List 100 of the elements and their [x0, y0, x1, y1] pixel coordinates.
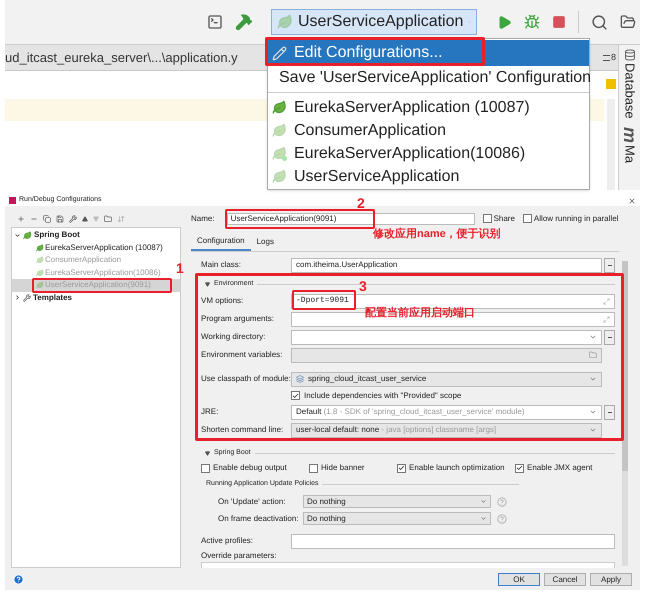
- checkbox-label: Enable JMX agent: [527, 462, 592, 474]
- field-label: Main class:: [201, 259, 242, 271]
- input-field[interactable]: [291, 330, 602, 344]
- wrench-icon[interactable]: [69, 214, 77, 222]
- spring-leaf-icon: [36, 256, 44, 264]
- expand-icon[interactable]: [603, 298, 610, 304]
- collapse-icon[interactable]: [205, 450, 210, 456]
- stop-icon[interactable]: [552, 15, 566, 29]
- field-label: Active profiles:: [201, 535, 254, 547]
- field-label: VM options:: [201, 295, 244, 307]
- menu-item[interactable]: EurekaServerApplication(10086): [268, 142, 589, 165]
- tab[interactable]: Logs: [250, 233, 280, 251]
- tool-window-tab[interactable]: m: [616, 126, 643, 143]
- run-icon[interactable]: [497, 14, 512, 30]
- caret-icon[interactable]: [480, 515, 487, 522]
- policy-select[interactable]: Do nothing: [303, 512, 491, 525]
- tab-count[interactable]: 8: [602, 50, 616, 64]
- dialog-button[interactable]: Apply: [590, 572, 632, 586]
- run-config-dropdown[interactable]: UserServiceApplication: [271, 9, 477, 35]
- hammer-icon[interactable]: [235, 13, 253, 31]
- field-label: Shorten command line:: [201, 424, 284, 436]
- checkbox[interactable]: [515, 464, 524, 472]
- field-label: Program arguments:: [201, 313, 275, 325]
- policy-select[interactable]: Do nothing: [303, 495, 491, 508]
- app-icon: [9, 197, 16, 204]
- shorten-select[interactable]: user-local default: none - java [options] classname [args]: [291, 422, 602, 438]
- tree-item[interactable]: EurekaServerApplication (10087): [12, 242, 180, 254]
- warning-marker: [606, 79, 616, 89]
- tab[interactable]: Configuration: [191, 233, 251, 251]
- search-icon[interactable]: [591, 14, 608, 30]
- project-structure-icon[interactable]: [620, 14, 636, 30]
- checkbox-label: Enable launch optimization: [409, 462, 505, 474]
- field-label: Override parameters:: [201, 550, 278, 562]
- add-icon[interactable]: [17, 214, 25, 222]
- spring-leaf-icon: [277, 14, 293, 30]
- caret-icon[interactable]: [589, 375, 597, 383]
- spring-leaf-icon: [36, 281, 44, 290]
- folder-icon[interactable]: [104, 214, 112, 222]
- caret-icon[interactable]: [589, 333, 597, 341]
- checkbox[interactable]: [201, 464, 210, 472]
- spring-leaf-icon: [36, 244, 44, 252]
- checkbox-label: Hide banner: [321, 462, 365, 474]
- spring-leaf-icon: [23, 230, 32, 240]
- name-field[interactable]: UserServiceApplication(9091): [226, 212, 475, 224]
- expander-icon[interactable]: [14, 294, 21, 302]
- wrench-icon: [23, 294, 31, 302]
- tree-item[interactable]: Templates: [33, 292, 72, 304]
- annotation-number: 1: [176, 259, 184, 278]
- tool-window-tab[interactable]: Ma: [620, 144, 640, 163]
- caret-icon[interactable]: [589, 408, 597, 416]
- menu-item[interactable]: Save 'UserServiceApplication' Configuration: [268, 66, 589, 89]
- caret-icon[interactable]: [480, 498, 487, 505]
- checkbox-label: Enable debug output: [213, 462, 287, 474]
- dialog-button[interactable]: OK: [498, 572, 540, 586]
- annotation-number: 3: [359, 277, 367, 296]
- menu-item[interactable]: Edit Configurations...: [268, 40, 589, 66]
- move-up-icon[interactable]: [82, 216, 88, 222]
- tree-item[interactable]: Spring Boot: [34, 229, 80, 242]
- checkbox-label: Allow running in parallel: [534, 212, 618, 224]
- expand-icon[interactable]: [603, 316, 610, 322]
- field-label: JRE:: [201, 406, 220, 418]
- field-label: Name:: [191, 212, 215, 224]
- field-label: On frame deactivation:: [218, 512, 300, 524]
- tool-window-tab[interactable]: Database: [620, 63, 640, 119]
- checkbox[interactable]: [482, 214, 492, 223]
- module-icon: [296, 375, 304, 383]
- close-icon[interactable]: [628, 196, 636, 204]
- checkbox[interactable]: [309, 464, 318, 472]
- menu-item[interactable]: UserServiceApplication: [268, 165, 589, 188]
- save-icon[interactable]: [56, 214, 64, 222]
- pencil-icon: [272, 46, 287, 60]
- checkbox[interactable]: [291, 391, 300, 400]
- dialog-button[interactable]: Cancel: [544, 572, 586, 586]
- input-field[interactable]: [291, 348, 602, 362]
- browse-button[interactable]: [604, 258, 615, 272]
- jre-select[interactable]: Default (1.8 - SDK of 'spring_cloud_itcast_user_service' module): [291, 404, 602, 420]
- terminal-icon[interactable]: [207, 14, 223, 30]
- checkbox[interactable]: [397, 464, 406, 472]
- input-field[interactable]: com.itheima.UserApplication: [291, 258, 602, 272]
- browse-button[interactable]: [604, 404, 615, 420]
- expander-icon[interactable]: [14, 232, 21, 239]
- caret-icon[interactable]: [589, 426, 597, 434]
- checkbox[interactable]: [522, 214, 532, 223]
- copy-icon[interactable]: [43, 214, 51, 222]
- spring-leaf-icon: [36, 268, 44, 277]
- database-icon[interactable]: [624, 49, 636, 61]
- annotation-note: 修改应用name，便于识别: [373, 226, 501, 242]
- file-path-tab[interactable]: ud_itcast_eureka_server\...\application.y: [5, 48, 238, 68]
- browse-button[interactable]: [604, 330, 615, 344]
- annotation-note: 配置当前应用启动端口: [365, 306, 475, 321]
- module-select[interactable]: spring_cloud_itcast_user_service: [291, 372, 602, 386]
- checkbox-label: Include dependencies with "Provided" scope: [304, 390, 462, 402]
- collapse-icon[interactable]: [205, 282, 210, 286]
- menu-item[interactable]: EurekaServerApplication (10087): [268, 96, 589, 119]
- field-label: Use classpath of module:: [201, 373, 290, 385]
- annotation-number: 2: [357, 194, 365, 213]
- field-label: Environment variables:: [201, 349, 284, 361]
- input-field[interactable]: [291, 534, 615, 548]
- menu-item[interactable]: ConsumerApplication: [268, 119, 589, 142]
- bug-icon[interactable]: [524, 14, 540, 30]
